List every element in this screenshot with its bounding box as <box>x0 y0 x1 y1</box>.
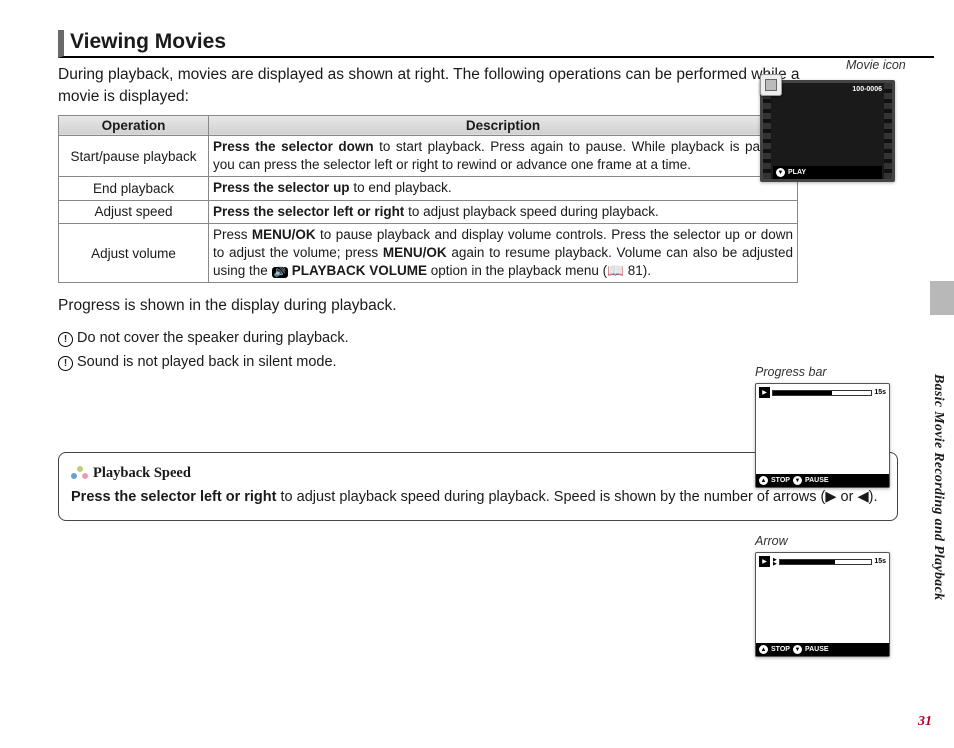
desc-text: to end playback. <box>350 180 452 195</box>
movie-icon <box>760 74 782 96</box>
desc-cell: Press the selector left or right to adju… <box>209 200 798 223</box>
screen-footer: ▲STOP ▼PAUSE <box>756 474 889 487</box>
desc-cell: Press the selector up to end playback. <box>209 177 798 200</box>
play-icon: ▶ <box>759 387 770 398</box>
th-description: Description <box>209 115 798 135</box>
callout-text: to adjust playback speed during playback… <box>276 489 877 505</box>
page-tab <box>930 281 954 315</box>
bold-text: Press the selector up <box>213 180 350 195</box>
op-cell: Adjust speed <box>59 200 209 223</box>
desc-cell: Press MENU/OK to pause playback and disp… <box>209 223 798 283</box>
desc-text: to adjust playback speed during playback… <box>404 204 658 219</box>
table-row: End playback Press the selector up to en… <box>59 177 798 200</box>
note-text: Sound is not played back in silent mode. <box>77 354 337 370</box>
progress-fill <box>773 391 832 395</box>
bold-text: MENU/OK <box>383 245 447 260</box>
bold-text: MENU/OK <box>252 227 316 242</box>
progress-bar-caption: Progress bar <box>755 365 827 379</box>
up-icon: ▲ <box>759 645 768 654</box>
stop-label: STOP <box>771 646 790 653</box>
desc-text: Press <box>213 227 252 242</box>
stop-label: STOP <box>771 477 790 484</box>
op-cell: Start/pause playback <box>59 135 209 176</box>
desc-cell: Press the selector down to start playbac… <box>209 135 798 176</box>
table-row: Adjust speed Press the selector left or … <box>59 200 798 223</box>
play-label: PLAY <box>788 169 806 176</box>
op-cell: End playback <box>59 177 209 200</box>
bold-text: Press the selector down <box>213 139 374 154</box>
callout-title-text: Playback Speed <box>93 463 191 484</box>
screen-footer: ▼ PLAY <box>773 166 882 179</box>
arrow-caption: Arrow <box>755 534 788 548</box>
speed-arrows-icon: ▶▶ <box>773 558 777 566</box>
op-cell: Adjust volume <box>59 223 209 283</box>
progress-track <box>779 559 872 565</box>
dots-icon <box>71 466 89 480</box>
progress-bar-row: ▶ 15s <box>756 384 889 398</box>
info-icon: ! <box>58 356 73 371</box>
down-icon: ▼ <box>793 476 802 485</box>
note-text: Do not cover the speaker during playback… <box>77 330 349 346</box>
page-number: 31 <box>918 714 932 730</box>
time-label: 15s <box>874 389 886 396</box>
page-heading: Viewing Movies <box>58 30 934 58</box>
volume-icon: 🔊 <box>272 267 288 278</box>
intro-text: During playback, movies are displayed as… <box>58 64 838 109</box>
arrow-screen-thumb: ▶ ▶▶ 15s ▲STOP ▼PAUSE <box>755 552 890 657</box>
table-row: Start/pause playback Press the selector … <box>59 135 798 176</box>
time-label: 15s <box>874 558 886 565</box>
screen-footer: ▲STOP ▼PAUSE <box>756 643 889 656</box>
file-code: 100-0006 <box>852 86 882 93</box>
bold-text: Press the selector left or right <box>213 204 404 219</box>
down-icon: ▼ <box>776 168 785 177</box>
progress-screen-thumb: ▶ 15s ▲STOP ▼PAUSE <box>755 383 890 488</box>
desc-text: option in the playback menu (📖 81). <box>427 263 651 278</box>
operations-table: Operation Description Start/pause playba… <box>58 115 798 284</box>
progress-bar-row: ▶ ▶▶ 15s <box>756 553 889 567</box>
play-icon: ▶ <box>759 556 770 567</box>
bold-text: PLAYBACK VOLUME <box>292 263 427 278</box>
pause-label: PAUSE <box>805 646 829 653</box>
info-icon: ! <box>58 332 73 347</box>
th-operation: Operation <box>59 115 209 135</box>
movie-icon-caption: Movie icon <box>846 58 906 72</box>
progress-text: Progress is shown in the display during … <box>58 297 934 315</box>
section-title-vertical: Basic Movie Recording and Playback <box>930 374 946 600</box>
pause-label: PAUSE <box>805 477 829 484</box>
progress-fill <box>780 560 835 564</box>
down-icon: ▼ <box>793 645 802 654</box>
up-icon: ▲ <box>759 476 768 485</box>
note-item: ! Do not cover the speaker during playbac… <box>58 327 934 350</box>
bold-text: Press the selector left or right <box>71 489 276 505</box>
progress-track <box>772 390 872 396</box>
table-row: Adjust volume Press MENU/OK to pause pla… <box>59 223 798 283</box>
callout-body: Press the selector left or right to adju… <box>71 487 885 508</box>
